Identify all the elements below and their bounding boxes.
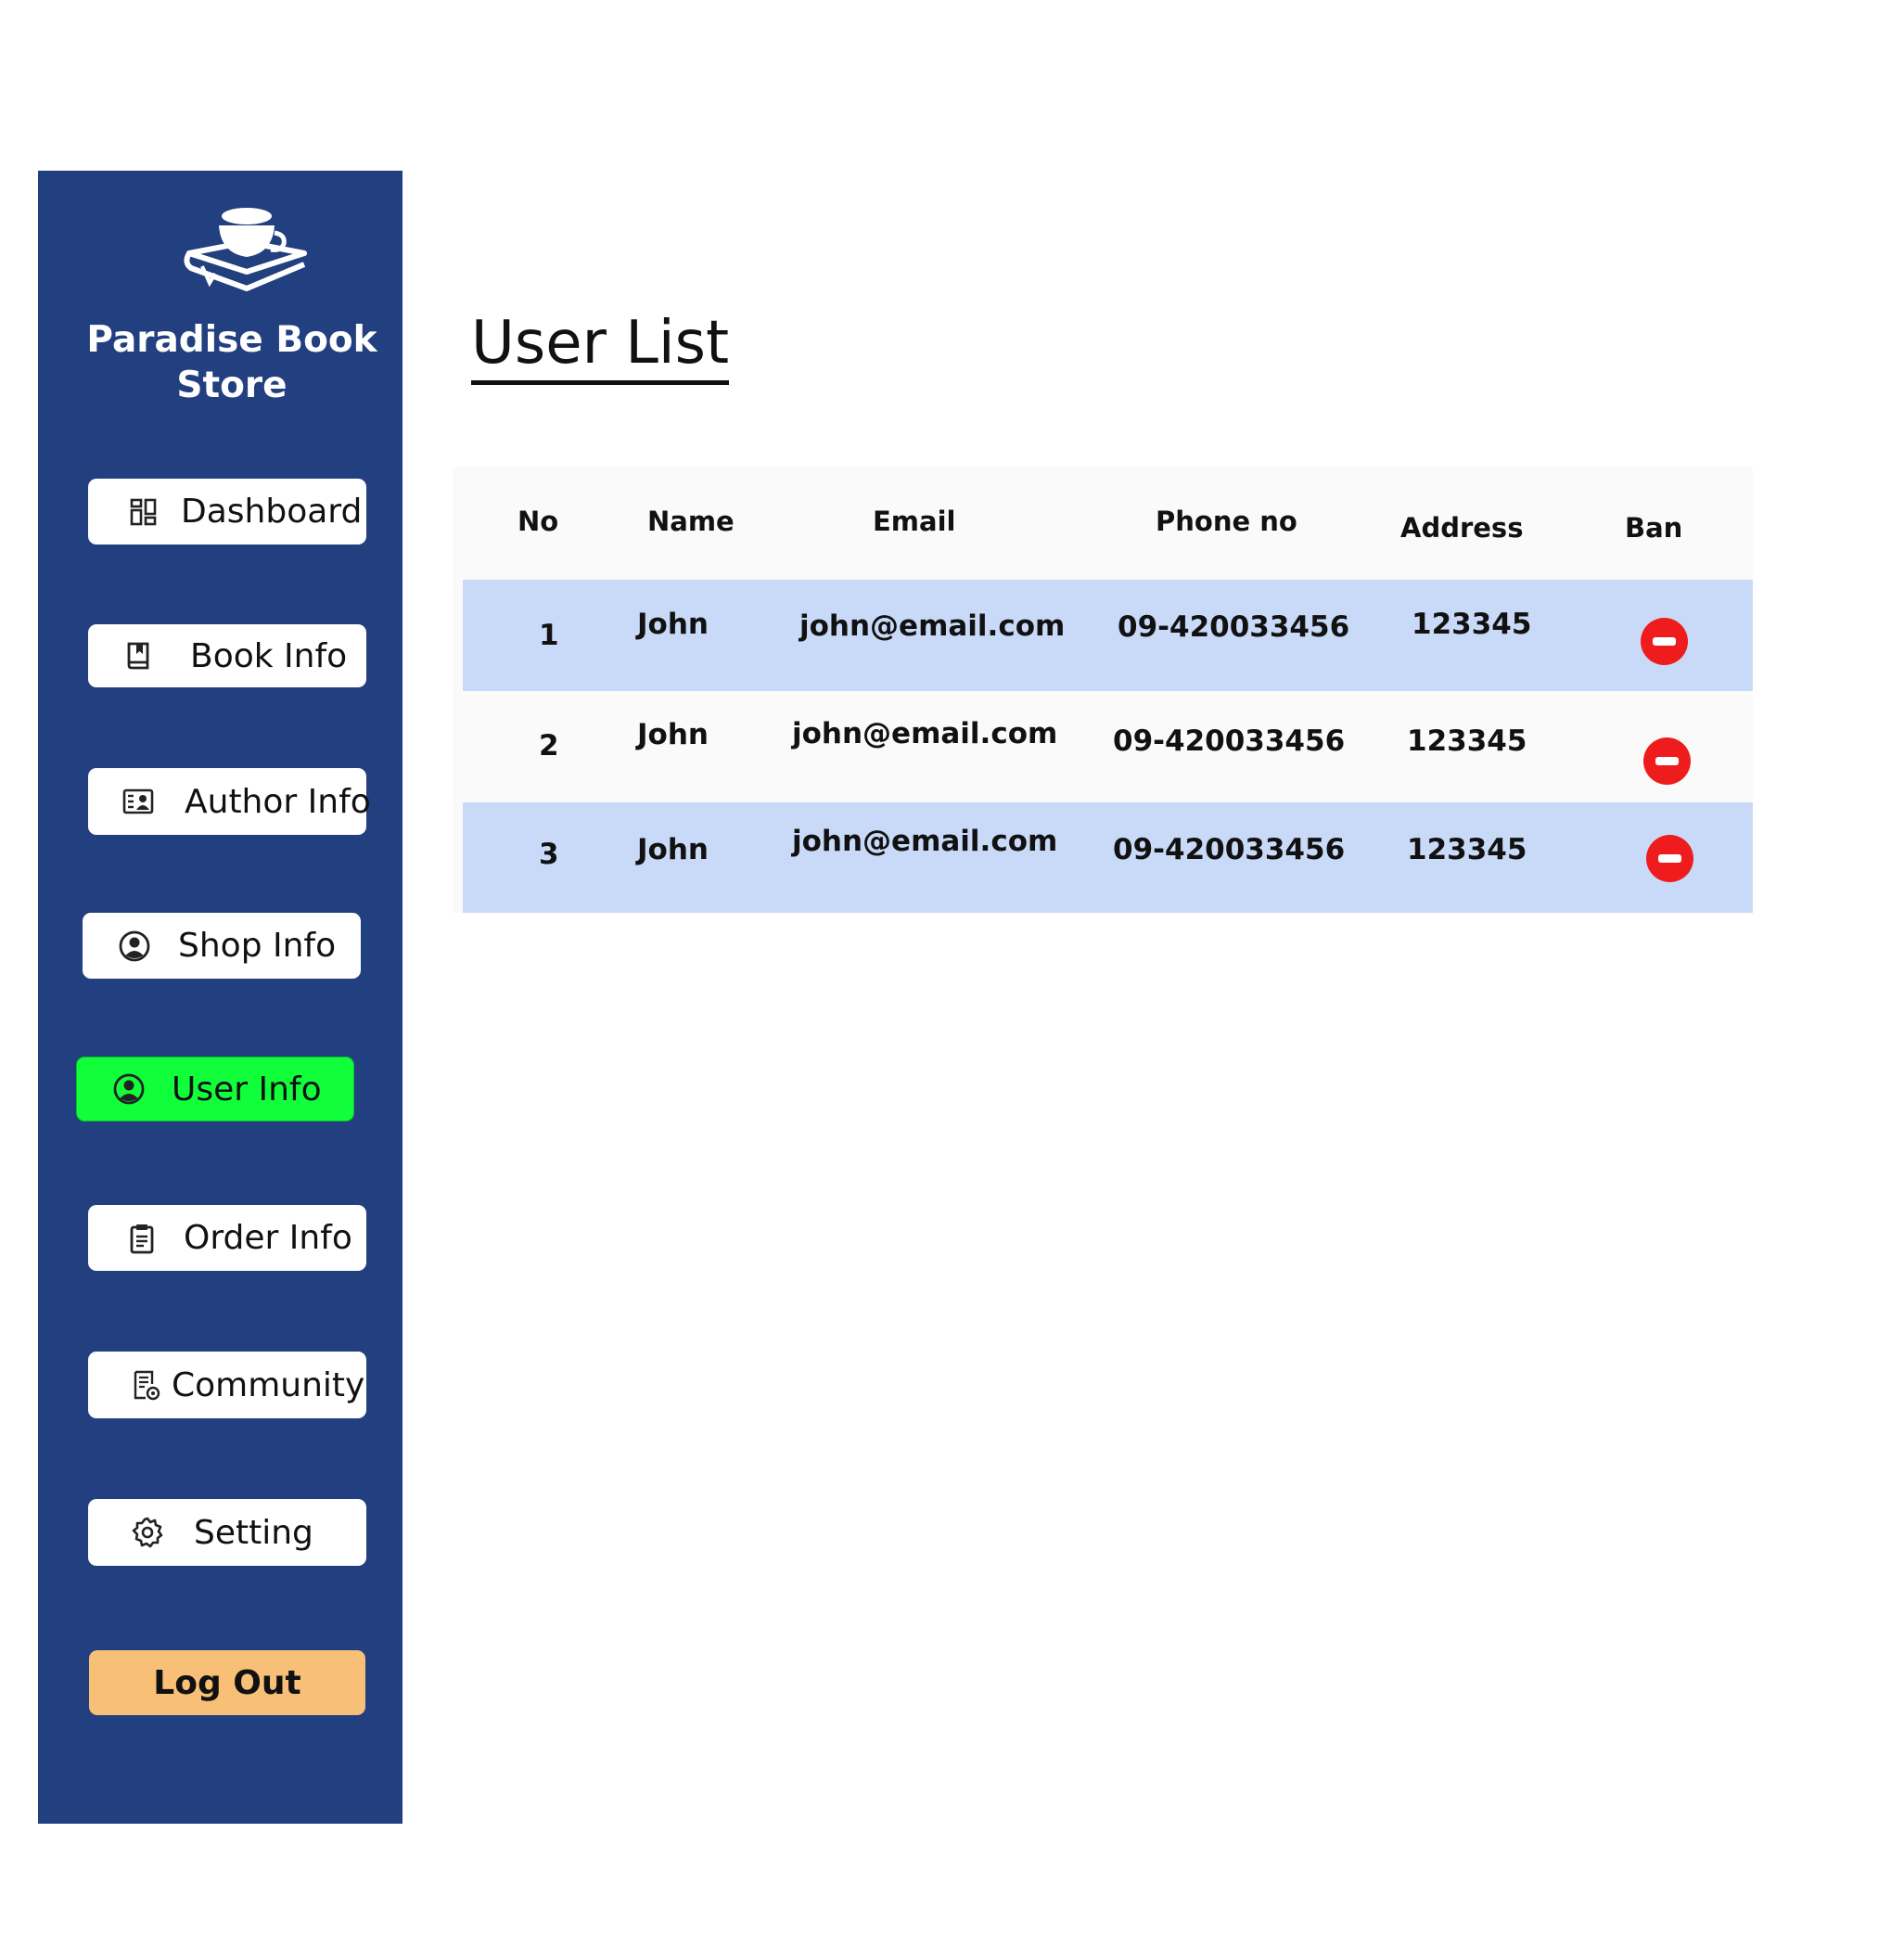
sidebar-item-label: Order Info	[184, 1219, 352, 1257]
sidebar: Paradise Book Store Dashboard Book Info	[38, 171, 403, 1824]
gear-icon	[131, 1516, 164, 1549]
sidebar-item-community[interactable]: Community	[88, 1352, 366, 1418]
cell-no: 1	[539, 619, 559, 652]
sidebar-item-book-info[interactable]: Book Info	[88, 624, 366, 687]
sidebar-item-label: Community	[172, 1365, 365, 1404]
column-header-no: No	[518, 506, 559, 537]
sidebar-item-label: Dashboard	[181, 493, 363, 531]
ban-button[interactable]	[1643, 737, 1691, 785]
book-icon	[121, 639, 155, 673]
page-title: User List	[471, 306, 730, 385]
cell-email: john@email.com	[792, 717, 1058, 750]
dashboard-icon	[127, 495, 160, 529]
sidebar-item-author-info[interactable]: Author Info	[88, 768, 371, 835]
sidebar-item-label: Author Info	[185, 782, 371, 821]
sidebar-item-dashboard[interactable]: Dashboard	[88, 479, 366, 545]
table-header: No Name Email Phone no Address Ban	[453, 467, 1753, 580]
cell-name: John	[637, 608, 709, 641]
cell-no: 2	[539, 729, 559, 763]
community-doc-icon	[129, 1368, 162, 1402]
sidebar-item-shop-info[interactable]: Shop Info	[83, 913, 361, 979]
cell-address: 123345	[1407, 724, 1527, 758]
sidebar-item-order-info[interactable]: Order Info	[88, 1205, 366, 1271]
cell-no: 3	[539, 838, 559, 871]
cell-address: 123345	[1407, 833, 1527, 866]
sidebar-item-setting[interactable]: Setting	[88, 1499, 366, 1566]
cell-email: john@email.com	[792, 825, 1058, 858]
cell-name: John	[637, 718, 709, 751]
book-cup-logo-icon	[182, 205, 312, 298]
user-table: No Name Email Phone no Address Ban 1 Joh…	[453, 467, 1753, 913]
author-card-icon	[121, 785, 155, 818]
cell-phone: 09-420033456	[1113, 833, 1346, 866]
table-row: 2 John john@email.com 09-420033456 12334…	[463, 691, 1753, 802]
user-circle-icon	[112, 1072, 146, 1106]
column-header-ban: Ban	[1625, 512, 1683, 544]
clipboard-icon	[125, 1222, 159, 1255]
column-header-name: Name	[647, 506, 735, 537]
table-row: 1 John john@email.com 09-420033456 12334…	[463, 580, 1753, 691]
user-circle-icon	[118, 929, 151, 963]
cell-name: John	[637, 833, 709, 866]
column-header-email: Email	[873, 506, 956, 537]
sidebar-item-label: Book Info	[190, 636, 348, 675]
cell-address: 123345	[1412, 608, 1532, 641]
sidebar-item-label: Setting	[194, 1513, 313, 1552]
sidebar-item-label: User Info	[172, 1070, 322, 1109]
sidebar-item-user-info[interactable]: User Info	[76, 1057, 354, 1121]
cell-phone: 09-420033456	[1118, 610, 1350, 644]
cell-phone: 09-420033456	[1113, 724, 1346, 758]
table-row: 3 John john@email.com 09-420033456 12334…	[463, 802, 1753, 913]
ban-button[interactable]	[1646, 835, 1693, 882]
cell-email: john@email.com	[799, 609, 1066, 643]
ban-button[interactable]	[1641, 618, 1688, 665]
logout-button[interactable]: Log Out	[89, 1650, 365, 1715]
brand-name: Paradise Book Store	[86, 319, 377, 406]
column-header-address: Address	[1400, 512, 1524, 544]
column-header-phone: Phone no	[1156, 506, 1297, 537]
sidebar-item-label: Shop Info	[178, 927, 337, 965]
